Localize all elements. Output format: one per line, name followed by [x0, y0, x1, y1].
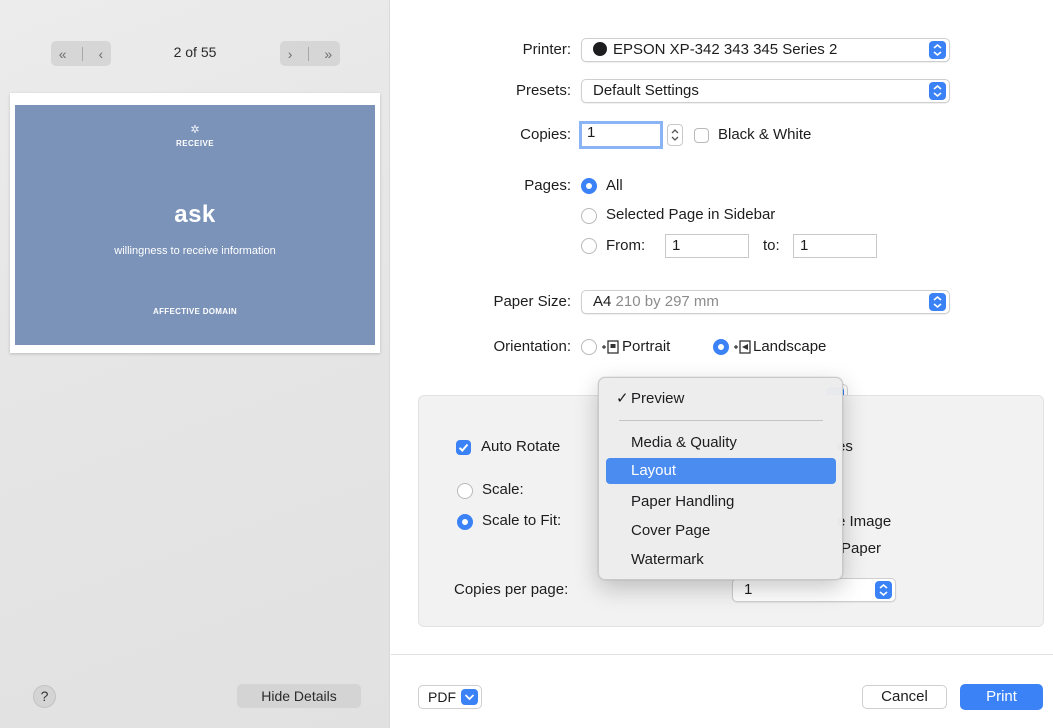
- thumbnail-slide: ✲ RECEIVE ask willingness to receive inf…: [15, 105, 375, 345]
- menu-item-cover-page[interactable]: Cover Page: [606, 518, 836, 544]
- page-thumbnail[interactable]: ✲ RECEIVE ask willingness to receive inf…: [10, 93, 380, 353]
- updown-arrows-icon: [929, 41, 946, 59]
- scale-radio[interactable]: [457, 483, 473, 499]
- fit-image-option-tail: e Image: [837, 513, 892, 530]
- scale-to-fit-radio[interactable]: [457, 514, 473, 530]
- pages-selected-label: Selected Page in Sidebar: [606, 206, 776, 223]
- black-white-checkbox[interactable]: [694, 128, 709, 143]
- thumbnail-heading: RECEIVE: [176, 139, 214, 148]
- checkmark-icon: ✓: [616, 390, 629, 407]
- pages-to-field[interactable]: 1: [793, 234, 877, 258]
- pdf-label: PDF: [428, 689, 456, 705]
- landscape-label: Landscape: [753, 338, 827, 355]
- checkmark-icon: [458, 443, 469, 452]
- copies-field[interactable]: 1: [579, 121, 663, 149]
- sparkle-icon: ✲: [190, 124, 200, 136]
- scale-to-fit-label: Scale to Fit:: [482, 512, 562, 529]
- help-button[interactable]: ?: [33, 685, 56, 708]
- pages-label: Pages:: [524, 177, 571, 194]
- landscape-orientation-icon: [734, 340, 751, 354]
- menu-item-label: Preview: [631, 390, 685, 407]
- pdf-menu-button[interactable]: PDF: [418, 685, 482, 709]
- paper-size-detail: 210 by 297 mm: [615, 293, 719, 310]
- portrait-orientation-icon: [602, 340, 619, 354]
- print-button[interactable]: Print: [960, 684, 1043, 710]
- presets-select[interactable]: Default Settings: [581, 79, 950, 103]
- portrait-label: Portrait: [622, 338, 671, 355]
- updown-arrows-icon: [929, 82, 946, 100]
- thumbnail-subtitle: willingness to receive information: [114, 245, 276, 257]
- printer-status-icon: [593, 42, 607, 56]
- pages-from-label: From:: [606, 237, 646, 254]
- auto-rotate-checkbox[interactable]: [456, 440, 471, 455]
- footer-divider: [391, 654, 1053, 655]
- portrait-radio[interactable]: [581, 339, 597, 355]
- cancel-button[interactable]: Cancel: [862, 685, 947, 709]
- pages-all-radio[interactable]: [581, 178, 597, 194]
- copies-per-page-select[interactable]: 1: [732, 578, 896, 602]
- nav-divider: [307, 46, 309, 61]
- copies-stepper[interactable]: [667, 124, 683, 146]
- menu-item-watermark[interactable]: Watermark: [606, 547, 836, 573]
- menu-item-media-quality[interactable]: Media & Quality: [606, 430, 836, 456]
- menu-item-preview[interactable]: ✓ Preview: [606, 386, 836, 412]
- copies-per-page-value: 1: [744, 581, 753, 598]
- pages-range-radio[interactable]: [581, 238, 597, 254]
- thumbnail-footer: AFFECTIVE DOMAIN: [153, 307, 237, 316]
- scale-label: Scale:: [482, 481, 524, 498]
- pages-to-label: to:: [763, 237, 780, 254]
- pages-all-label: All: [606, 177, 623, 194]
- updown-arrows-icon: [875, 581, 892, 599]
- menu-item-paper-handling[interactable]: Paper Handling: [606, 489, 836, 515]
- printer-label: Printer:: [522, 41, 571, 58]
- fit-paper-option-tail: Paper: [841, 540, 882, 557]
- paper-size-value: A4: [593, 293, 612, 310]
- pages-from-field[interactable]: 1: [665, 234, 749, 258]
- copies-label: Copies:: [520, 126, 571, 143]
- chevron-down-icon: [461, 689, 478, 705]
- black-white-label: Black & White: [718, 126, 812, 143]
- last-page-icon[interactable]: »: [324, 46, 332, 62]
- presets-label: Presets:: [515, 82, 571, 99]
- printer-value: EPSON XP-342 343 345 Series 2: [613, 41, 838, 58]
- stepper-arrows-icon: [671, 129, 679, 141]
- hide-details-button[interactable]: Hide Details: [237, 684, 361, 708]
- next-page-icon[interactable]: ›: [288, 46, 293, 62]
- printer-select[interactable]: EPSON XP-342 343 345 Series 2: [581, 38, 950, 62]
- orientation-label: Orientation:: [493, 338, 571, 355]
- copies-per-page-label: Copies per page:: [454, 581, 569, 598]
- section-dropdown-menu: ✓ Preview Media & Quality Layout Paper Ha…: [598, 377, 843, 580]
- preview-sidebar: « ‹ 2 of 55 › » ✲ RECEIVE ask willingnes…: [0, 0, 390, 728]
- auto-rotate-label: Auto Rotate: [481, 438, 561, 455]
- presets-value: Default Settings: [593, 82, 699, 99]
- pages-selected-radio[interactable]: [581, 208, 597, 224]
- updown-arrows-icon: [929, 293, 946, 311]
- landscape-radio[interactable]: [713, 339, 729, 355]
- paper-size-label: Paper Size:: [493, 293, 571, 310]
- menu-separator: [619, 420, 823, 421]
- thumbnail-title: ask: [174, 201, 216, 228]
- paper-size-select[interactable]: A4 210 by 297 mm: [581, 290, 950, 314]
- nav-forward-group: › »: [280, 41, 340, 66]
- menu-item-layout[interactable]: Layout: [606, 458, 836, 484]
